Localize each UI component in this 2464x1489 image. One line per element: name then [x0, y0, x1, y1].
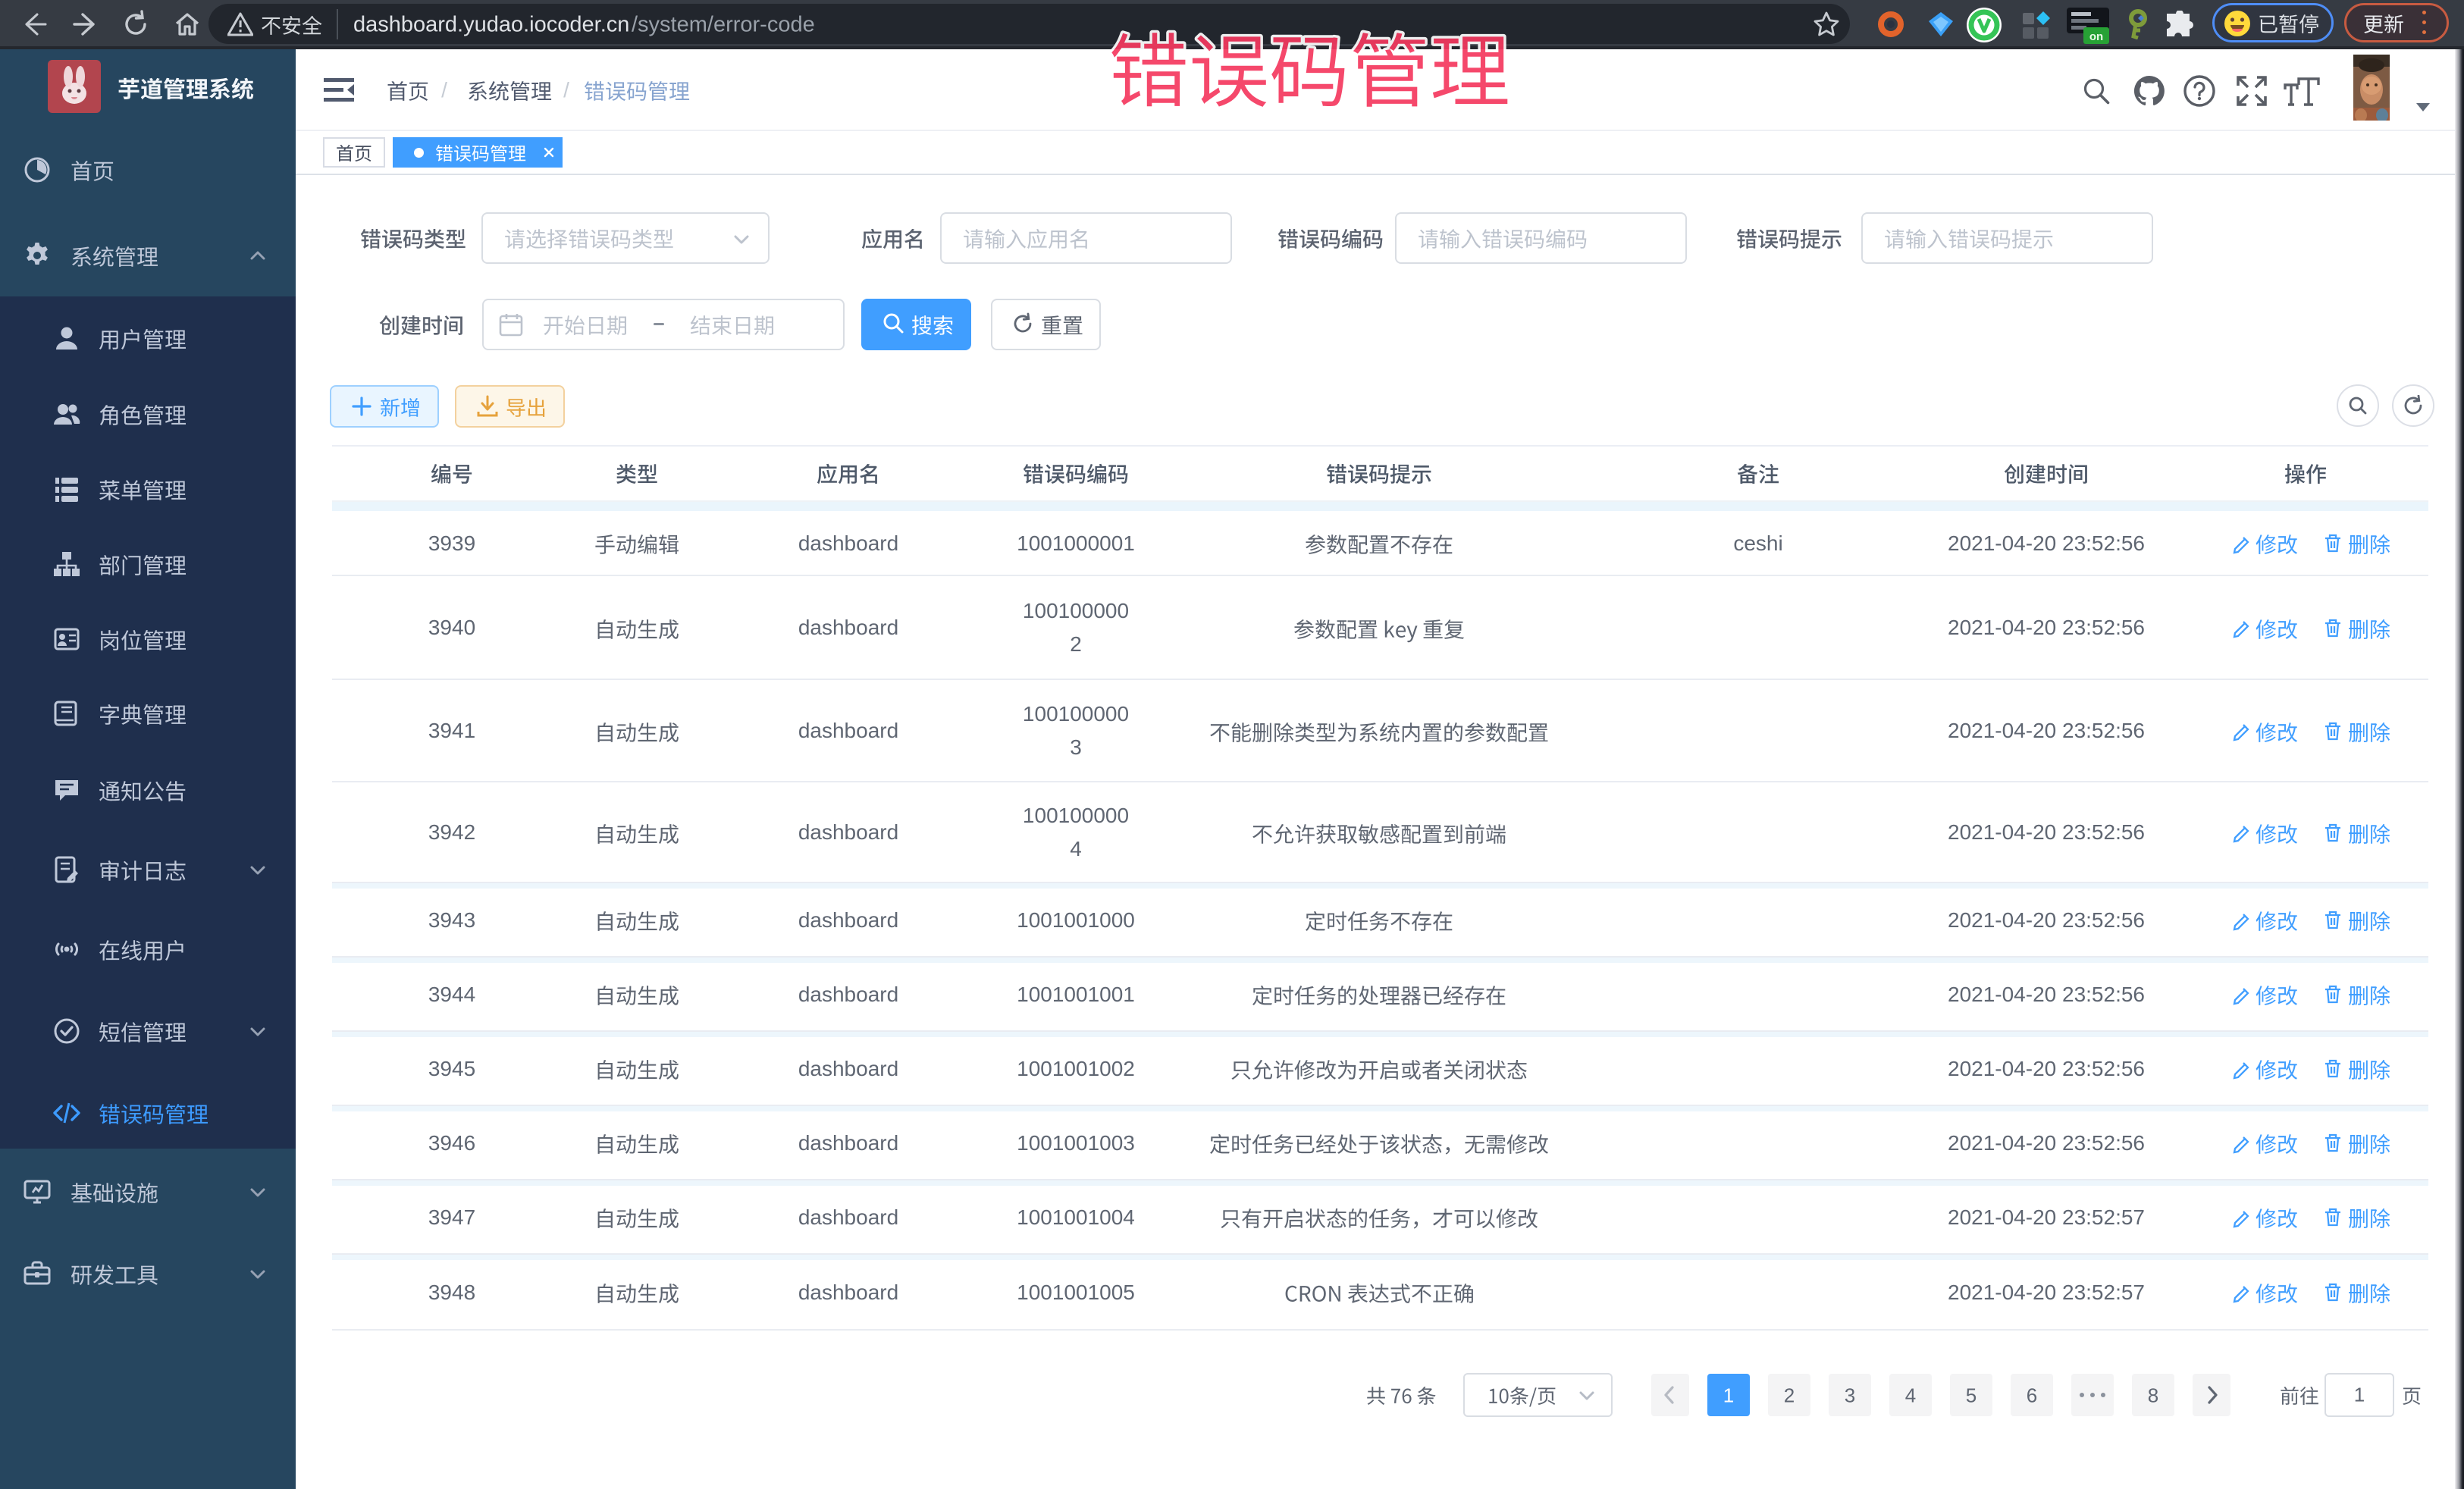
svg-text:on: on — [2089, 30, 2103, 43]
